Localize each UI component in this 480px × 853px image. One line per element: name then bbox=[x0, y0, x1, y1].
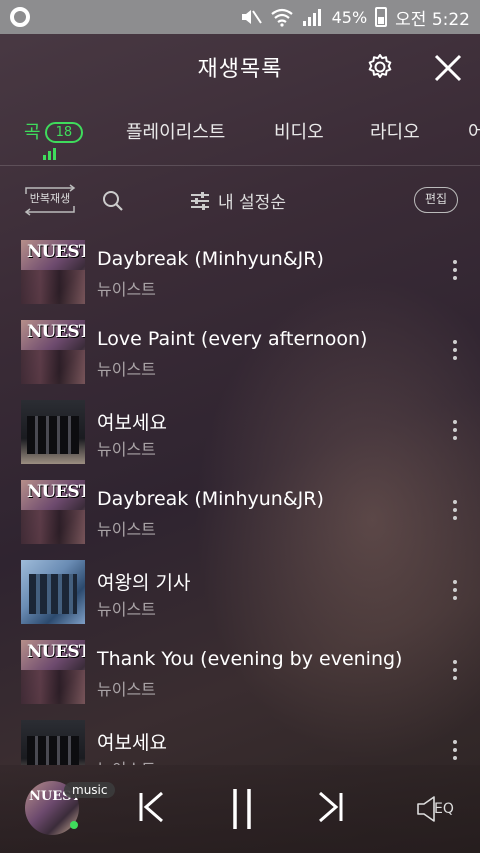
song-artist: 뉴이스트 bbox=[97, 280, 156, 299]
clock: 오전 5:22 bbox=[395, 9, 470, 30]
list-item[interactable]: NUEST Daybreak (Minhyun&JR) 뉴이스트 bbox=[0, 470, 480, 550]
list-item[interactable]: 여보세요 뉴이스트 bbox=[0, 710, 480, 765]
list-item[interactable]: NUEST Love Paint (every afternoon) 뉴이스트 bbox=[0, 310, 480, 390]
battery-icon bbox=[375, 7, 388, 27]
playlist-header: 재생목록 bbox=[0, 34, 480, 100]
song-count-badge: 18 bbox=[44, 122, 84, 143]
close-icon[interactable] bbox=[432, 52, 464, 84]
previous-icon[interactable] bbox=[136, 787, 168, 827]
search-icon[interactable] bbox=[102, 190, 124, 212]
more-icon[interactable] bbox=[447, 738, 463, 762]
pause-icon[interactable] bbox=[228, 787, 256, 831]
more-icon[interactable] bbox=[447, 338, 463, 362]
playing-indicator-icon bbox=[43, 148, 56, 160]
song-title: 여왕의 기사 bbox=[97, 572, 191, 594]
song-title: Thank You (evening by evening) bbox=[97, 648, 403, 670]
list-item[interactable]: 여보세요 뉴이스트 bbox=[0, 390, 480, 470]
cover-logo: NUEST bbox=[27, 322, 85, 342]
song-title: 여보세요 bbox=[97, 732, 167, 754]
next-icon[interactable] bbox=[314, 787, 346, 827]
song-list[interactable]: NUEST Daybreak (Minhyun&JR) 뉴이스트 NUEST L… bbox=[0, 230, 480, 765]
album-cover: NUEST bbox=[21, 240, 85, 304]
gear-icon[interactable] bbox=[365, 52, 395, 82]
song-title: Love Paint (every afternoon) bbox=[97, 328, 368, 350]
more-icon[interactable] bbox=[447, 578, 463, 602]
music-tag: music bbox=[64, 782, 116, 798]
battery-percent: 45% bbox=[331, 7, 368, 27]
signal-icon bbox=[302, 9, 321, 26]
album-cover bbox=[21, 720, 85, 765]
tab-bar: 곡 18 플레이리스트 비디오 라디오 어 bbox=[0, 100, 480, 166]
cover-logo: NUEST bbox=[27, 642, 85, 662]
tab-radio[interactable]: 라디오 bbox=[370, 118, 420, 144]
wifi-icon bbox=[270, 8, 293, 27]
album-cover bbox=[21, 400, 85, 464]
album-cover bbox=[21, 560, 85, 624]
tab-label: 곡 bbox=[24, 122, 41, 143]
eq-label: EQ bbox=[434, 801, 454, 817]
song-artist: 뉴이스트 bbox=[97, 520, 156, 539]
list-toolbar: 반복재생 내 설정순 편집 bbox=[0, 170, 480, 230]
list-item[interactable]: NUEST Daybreak (Minhyun&JR) 뉴이스트 bbox=[0, 230, 480, 310]
song-title: Daybreak (Minhyun&JR) bbox=[97, 248, 324, 270]
list-item[interactable]: NUEST Thank You (evening by evening) 뉴이스… bbox=[0, 630, 480, 710]
song-artist: 뉴이스트 bbox=[97, 756, 156, 765]
song-title: Daybreak (Minhyun&JR) bbox=[97, 488, 324, 510]
more-icon[interactable] bbox=[447, 498, 463, 522]
more-icon[interactable] bbox=[447, 418, 463, 442]
repeat-button[interactable]: 반복재생 bbox=[22, 184, 78, 216]
cover-logo: NUEST bbox=[27, 242, 85, 262]
more-icon[interactable] bbox=[447, 658, 463, 682]
status-bar: 45% 오전 5:22 bbox=[0, 0, 480, 34]
eq-button[interactable]: EQ bbox=[416, 795, 454, 823]
tab-videos[interactable]: 비디오 bbox=[274, 118, 324, 144]
album-cover: NUEST bbox=[21, 640, 85, 704]
song-title: 여보세요 bbox=[97, 412, 167, 434]
sliders-icon bbox=[191, 191, 209, 210]
mute-icon bbox=[241, 10, 262, 24]
cover-logo: NUEST bbox=[27, 482, 85, 502]
more-icon[interactable] bbox=[447, 258, 463, 282]
tab-playlists[interactable]: 플레이리스트 bbox=[126, 118, 225, 144]
album-cover: NUEST bbox=[21, 320, 85, 384]
playing-dot bbox=[70, 821, 78, 829]
mini-player: NUEST music EQ bbox=[0, 765, 480, 853]
song-artist: 뉴이스트 bbox=[97, 440, 156, 459]
song-artist: 뉴이스트 bbox=[97, 600, 156, 619]
tab-more[interactable]: 어 bbox=[468, 118, 480, 144]
app-indicator-icon bbox=[10, 7, 30, 27]
edit-button[interactable]: 편집 bbox=[414, 187, 458, 213]
list-item[interactable]: 여왕의 기사 뉴이스트 bbox=[0, 550, 480, 630]
sort-label: 내 설정순 bbox=[218, 193, 286, 213]
page-title: 재생목록 bbox=[197, 57, 283, 82]
song-artist: 뉴이스트 bbox=[97, 680, 156, 699]
repeat-label: 반복재생 bbox=[29, 192, 71, 205]
album-cover: NUEST bbox=[21, 480, 85, 544]
tab-songs[interactable]: 곡 18 bbox=[24, 118, 84, 144]
sort-button[interactable]: 내 설정순 bbox=[190, 188, 286, 213]
song-artist: 뉴이스트 bbox=[97, 360, 156, 379]
